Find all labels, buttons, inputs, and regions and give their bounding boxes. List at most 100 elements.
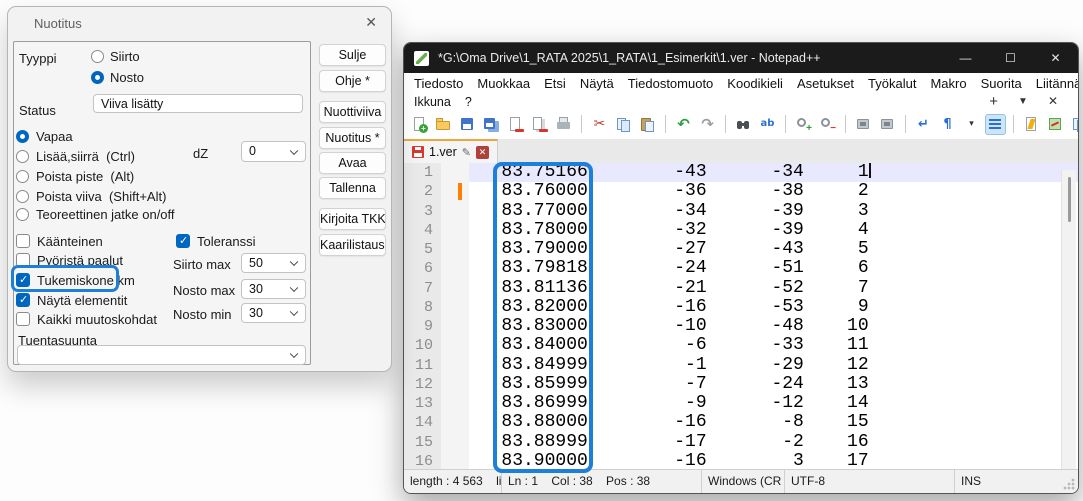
line-text[interactable]: 83.86999 -9 -12 14	[469, 394, 1078, 413]
menu-asetukset[interactable]: Asetukset	[790, 76, 861, 91]
line-text[interactable]: 83.84999 -1 -29 12	[469, 356, 1078, 375]
line-text[interactable]: 83.82000 -16 -53 9	[469, 298, 1078, 317]
symbol-dropdown-icon[interactable]: ▾	[961, 114, 982, 135]
zoom-in-icon[interactable]	[793, 114, 814, 135]
line-text[interactable]: 83.88000 -16 -8 15	[469, 413, 1078, 432]
menu-[interactable]: ?	[458, 95, 479, 109]
kirjoita-tkk-button[interactable]: Kirjoita TKK *	[319, 208, 386, 230]
resize-grip[interactable]	[1063, 478, 1075, 490]
save-icon[interactable]	[457, 114, 478, 135]
paste-icon[interactable]	[637, 114, 658, 135]
menu-suorita[interactable]: Suorita	[974, 76, 1029, 91]
editor-line-4[interactable]: 4 83.78000 -32 -39 4	[404, 221, 1078, 240]
doc-switcher-icon[interactable]	[1069, 114, 1079, 135]
replace-icon[interactable]: ab	[757, 114, 778, 135]
nuottiviiva-button[interactable]: Nuottiviiva	[319, 101, 386, 123]
checkbox-py-rist-paalut[interactable]	[16, 253, 30, 267]
checkbox-tukemiskone-km[interactable]	[16, 273, 30, 287]
editor-line-15[interactable]: 15 83.88999 -17 -2 16	[404, 433, 1078, 452]
combobox-nosto-max[interactable]: 30	[241, 279, 306, 299]
save-all-icon[interactable]	[481, 114, 502, 135]
tallenna-button[interactable]: Tallenna	[319, 177, 386, 199]
menu-makro[interactable]: Makro	[923, 76, 973, 91]
menu-n-yt[interactable]: Näytä	[573, 76, 621, 91]
status-field[interactable]: Viiva lisätty	[93, 94, 303, 113]
sync-horizontal-icon[interactable]	[877, 114, 898, 135]
checkbox-n-yt-elementit[interactable]	[16, 293, 30, 307]
editor-line-16[interactable]: 16 83.90000 -16 3 17	[404, 452, 1078, 469]
undo-icon[interactable]: ↶	[673, 114, 694, 135]
menu-muokkaa[interactable]: Muokkaa	[470, 76, 537, 91]
minimize-button[interactable]: —	[943, 43, 988, 73]
ohje-button[interactable]: Ohje *	[319, 70, 386, 92]
radio-siirto[interactable]	[91, 50, 104, 63]
editor-line-10[interactable]: 10 83.84000 -6 -33 11	[404, 336, 1078, 355]
line-text[interactable]: 83.83000 -10 -48 10	[469, 317, 1078, 336]
menu-ikkuna[interactable]: Ikkuna	[407, 95, 458, 109]
new-file-icon[interactable]	[409, 114, 430, 135]
cut-icon[interactable]: ✂	[589, 114, 610, 135]
line-text[interactable]: 83.85999 -7 -24 13	[469, 375, 1078, 394]
vertical-scrollbar[interactable]	[1061, 170, 1076, 469]
word-wrap-icon[interactable]: ↵	[913, 114, 934, 135]
sulje-button[interactable]: Sulje	[319, 44, 386, 66]
line-text[interactable]: 83.90000 -16 3 17	[469, 452, 1078, 469]
kaarilistaus-button[interactable]: Kaarilistaus *	[319, 234, 386, 256]
editor-line-13[interactable]: 13 83.86999 -9 -12 14	[404, 394, 1078, 413]
editor-line-6[interactable]: 6 83.79818 -24 -51 6	[404, 259, 1078, 278]
editor-line-14[interactable]: 14 83.88000 -16 -8 15	[404, 413, 1078, 432]
copy-icon[interactable]	[613, 114, 634, 135]
find-icon[interactable]	[733, 114, 754, 135]
line-text[interactable]: 83.78000 -32 -39 4	[469, 221, 1078, 240]
dialog-close-icon[interactable]: ✕	[365, 14, 377, 31]
macro-lightning-icon[interactable]	[1021, 114, 1042, 135]
tab-1ver[interactable]: 1.ver ✎ ✕	[404, 139, 498, 163]
checkbox-k-nteinen[interactable]	[16, 234, 30, 248]
print-icon[interactable]	[553, 114, 574, 135]
line-text[interactable]: 83.81136 -21 -52 7	[469, 279, 1078, 298]
radio-lis-siirr-ctrl[interactable]	[16, 150, 29, 163]
line-text[interactable]: 83.84000 -6 -33 11	[469, 336, 1078, 355]
radio-teoreettinen-jatke-on-off[interactable]	[16, 208, 29, 221]
menu-koodikieli[interactable]: Koodikieli	[720, 76, 790, 91]
editor-line-9[interactable]: 9 83.83000 -10 -48 10	[404, 317, 1078, 336]
editor-line-7[interactable]: 7 83.81136 -21 -52 7	[404, 279, 1078, 298]
editor-line-1[interactable]: 1 83.75166 -43 -34 1	[404, 163, 1078, 182]
combobox-siirto-max[interactable]: 50	[241, 253, 306, 273]
editor-line-2[interactable]: 2 83.76000 -36 -38 2	[404, 182, 1078, 201]
redo-icon[interactable]: ↷	[697, 114, 718, 135]
tab-close-icon[interactable]: ✕	[476, 146, 489, 159]
open-file-icon[interactable]	[433, 114, 454, 135]
line-text[interactable]: 83.75166 -43 -34 1	[469, 163, 1078, 182]
tab-list-icon[interactable]: ▼	[1018, 94, 1028, 109]
pin-tab-icon[interactable]: ✎	[462, 146, 471, 159]
close-doc-icon[interactable]: ✕	[1048, 94, 1058, 109]
editor-line-3[interactable]: 3 83.77000 -34 -39 3	[404, 202, 1078, 221]
avaa-button[interactable]: Avaa	[319, 152, 386, 174]
sync-vertical-icon[interactable]	[853, 114, 874, 135]
menu-liit-nn-iset[interactable]: Liitännäiset	[1029, 76, 1079, 91]
show-symbol-icon[interactable]: ¶	[937, 114, 958, 135]
menu-tiedostomuoto[interactable]: Tiedostomuoto	[621, 76, 721, 91]
close-button[interactable]: ✕	[1033, 43, 1078, 73]
line-text[interactable]: 83.79818 -24 -51 6	[469, 259, 1078, 278]
radio-vapaa[interactable]	[16, 130, 29, 143]
radio-poista-piste-alt[interactable]	[16, 170, 29, 183]
menu-ty-kalut[interactable]: Työkalut	[861, 76, 923, 91]
zoom-out-icon[interactable]	[817, 114, 838, 135]
editor-line-11[interactable]: 11 83.84999 -1 -29 12	[404, 356, 1078, 375]
menu-tiedosto[interactable]: Tiedosto	[407, 76, 470, 91]
checkbox-kaikki-muutoskohdat[interactable]	[16, 312, 30, 326]
editor-line-12[interactable]: 12 83.85999 -7 -24 13	[404, 375, 1078, 394]
editor-line-5[interactable]: 5 83.79000 -27 -43 5	[404, 240, 1078, 259]
line-text[interactable]: 83.77000 -34 -39 3	[469, 202, 1078, 221]
menu-etsi[interactable]: Etsi	[537, 76, 573, 91]
radio-poista-viiva-shift-alt[interactable]	[16, 190, 29, 203]
radio-nosto[interactable]	[91, 71, 104, 84]
editor-line-8[interactable]: 8 83.82000 -16 -53 9	[404, 298, 1078, 317]
maximize-button[interactable]: ☐	[988, 43, 1033, 73]
nuotitus-button[interactable]: Nuotitus *	[319, 127, 386, 149]
toleranssi-checkbox[interactable]	[176, 234, 190, 248]
scrollbar-thumb[interactable]	[1068, 177, 1071, 222]
close-all-icon[interactable]	[529, 114, 550, 135]
